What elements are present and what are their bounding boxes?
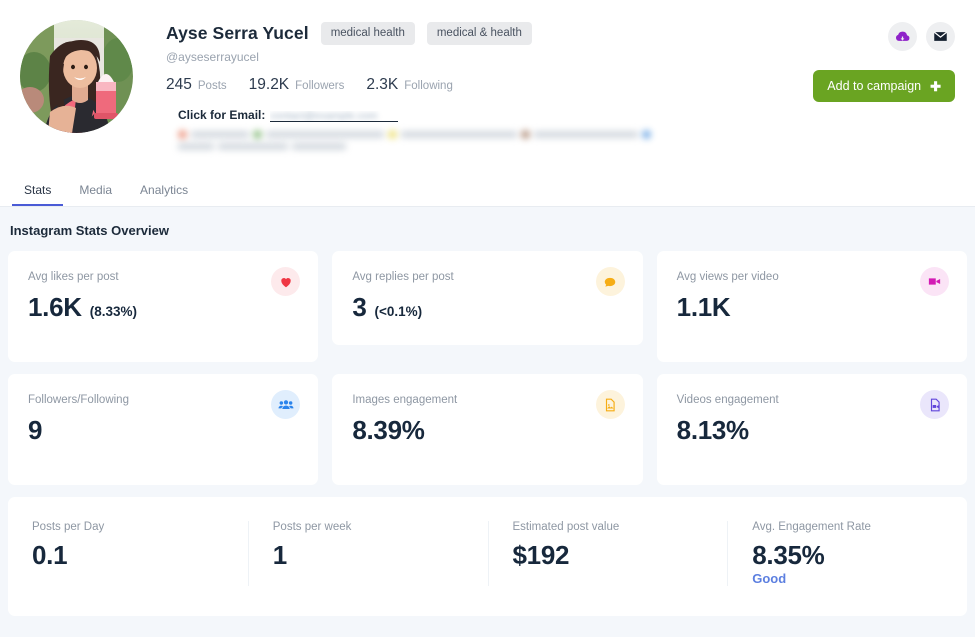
summary-card: Posts per Day 0.1 Posts per week 1 Estim… [8, 497, 967, 617]
summary-label: Posts per Day [32, 521, 105, 533]
summary-label: Posts per week [272, 521, 352, 533]
stat-card-avg-replies: Avg replies per post 3 (<0.1%) [332, 251, 643, 345]
summary-posts-per-week: Posts per week 1 [247, 521, 488, 587]
stat-card-subvalue: (8.33%) [89, 304, 138, 319]
stat-card-subvalue: (<0.1%) [374, 304, 423, 319]
email-label: Click for Email: [178, 108, 266, 122]
summary-value: 0.1 [32, 540, 68, 570]
stat-card-label: Followers/Following [28, 394, 129, 406]
profile-header: Ayse Serra Yucel medical health medical … [0, 0, 975, 177]
section-title: Instagram Stats Overview [10, 223, 169, 238]
summary-estimated-post-value: Estimated post value $192 [487, 521, 728, 587]
stat-card-label: Avg likes per post [28, 271, 119, 283]
stat-card-value: 8.39% [352, 415, 425, 445]
stat-card-videos-engagement: Videos engagement 8.13% [656, 374, 967, 485]
avatar[interactable] [20, 20, 133, 133]
tag-pill-1[interactable]: medical & health [426, 22, 532, 45]
main-content: Instagram Stats Overview Avg likes per p… [0, 207, 975, 617]
cloud-download-icon[interactable] [888, 22, 917, 51]
stat-card-images-engagement: Images engagement 8.39% [332, 374, 643, 485]
summary-posts-per-day: Posts per Day 0.1 [8, 521, 248, 586]
add-to-campaign-button[interactable]: Add to campaign ✚ [813, 70, 955, 102]
tab-analytics[interactable]: Analytics [128, 179, 200, 206]
stat-card-value: 1.1K [676, 292, 731, 322]
plus-icon: ✚ [930, 78, 941, 94]
stat-card-followers-following: Followers/Following 9 [8, 374, 319, 485]
stat-card-avg-likes: Avg likes per post 1.6K (8.33%) [8, 251, 319, 362]
tab-media[interactable]: Media [67, 179, 124, 206]
stat-card-label: Avg replies per post [352, 271, 454, 283]
tag-pill-0[interactable]: medical health [320, 22, 415, 45]
page-title: Ayse Serra Yucel [166, 23, 309, 43]
summary-value: $192 [512, 540, 570, 570]
profile-bio-redacted [178, 130, 704, 150]
profile-tabs: Stats Media Analytics [0, 177, 975, 207]
stat-card-value: 8.13% [676, 415, 750, 445]
email-row[interactable]: Click for Email: contact@example.com [178, 108, 955, 122]
avatar-photo [20, 20, 133, 133]
image-file-icon [595, 390, 625, 419]
stat-card-value: 1.6K [28, 292, 82, 322]
engagement-rating-badge: Good [752, 571, 787, 587]
profile-handle[interactable]: @ayseserrayucel [166, 50, 955, 64]
stats-card-grid: Avg likes per post 1.6K (8.33%) Avg repl… [8, 251, 967, 485]
name-row: Ayse Serra Yucel medical health medical … [166, 22, 955, 45]
mail-icon[interactable] [926, 22, 955, 51]
summary-value: 1 [272, 540, 287, 570]
stat-card-label: Avg views per video [676, 271, 779, 283]
stat-card-label: Images engagement [352, 394, 458, 406]
posts-count-label: Posts [197, 80, 227, 92]
stat-card-avg-views: Avg views per video 1.1K [656, 251, 967, 362]
stat-card-label: Videos engagement [676, 394, 779, 406]
video-icon [920, 267, 949, 296]
email-value-redacted[interactable]: contact@example.com [270, 111, 399, 122]
followers-count-value: 19.2K [248, 76, 290, 93]
following-count-value: 2.3K [366, 76, 399, 93]
followers-count-label: Followers [295, 80, 345, 92]
tab-stats[interactable]: Stats [12, 179, 64, 206]
stat-card-value: 9 [28, 415, 43, 445]
summary-label: Estimated post value [512, 521, 620, 533]
add-to-campaign-label: Add to campaign [827, 79, 922, 93]
following-count-label: Following [404, 80, 453, 92]
summary-label: Avg. Engagement Rate [752, 521, 871, 533]
video-file-icon [920, 390, 949, 419]
summary-avg-engagement-rate: Avg. Engagement Rate 8.35% Good [727, 521, 967, 587]
summary-value: 8.35% [752, 540, 825, 570]
stat-card-value: 3 [352, 292, 367, 322]
header-actions [888, 22, 955, 51]
comment-icon [595, 267, 625, 296]
posts-count-value: 245 [166, 76, 192, 93]
